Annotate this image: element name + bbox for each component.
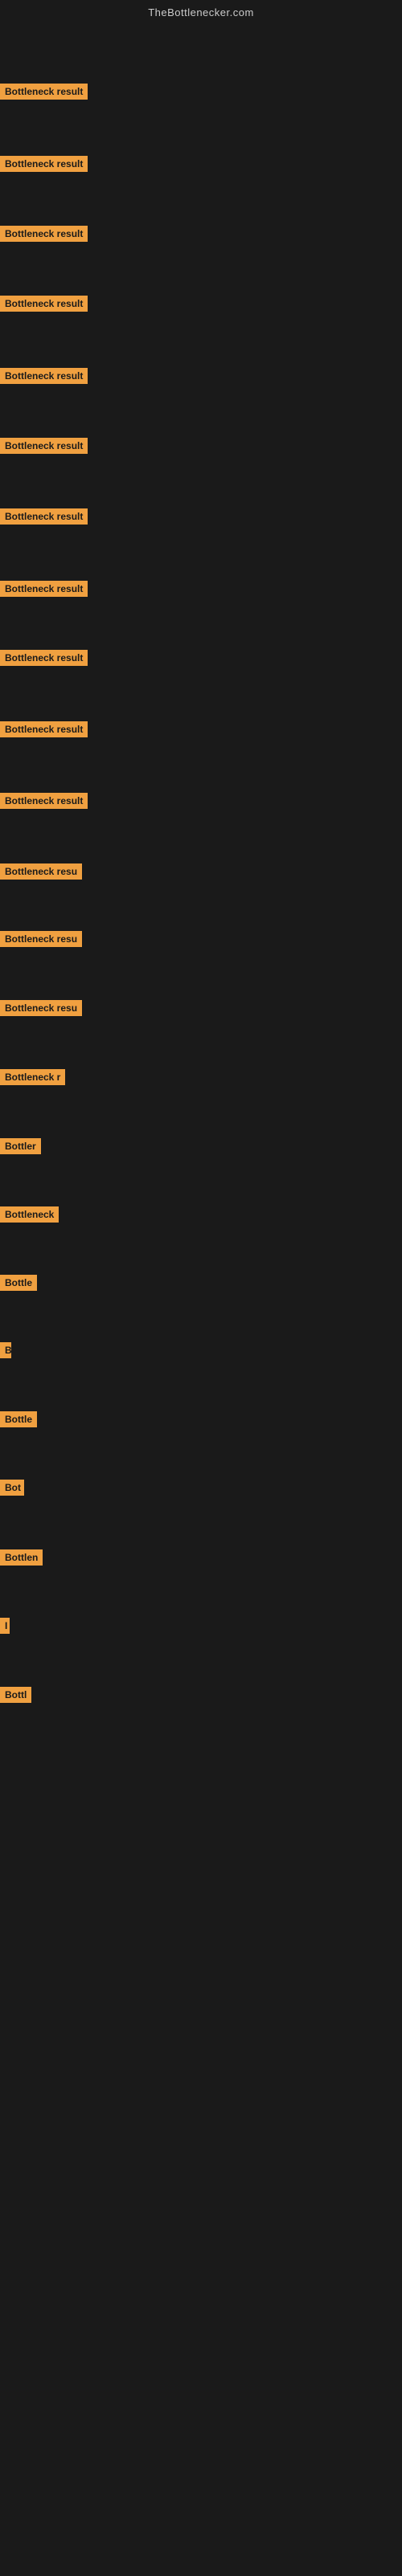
bottleneck-badge: Bot bbox=[0, 1480, 24, 1496]
bottleneck-badge: Bottl bbox=[0, 1687, 31, 1703]
bottleneck-item: Bottleneck resu bbox=[0, 931, 82, 951]
bottleneck-badge: Bottle bbox=[0, 1275, 37, 1291]
bottleneck-item: Bottleneck result bbox=[0, 508, 88, 529]
bottleneck-item: Bottleneck result bbox=[0, 650, 88, 670]
bottleneck-item: Bottleneck resu bbox=[0, 863, 82, 884]
bottleneck-badge: Bottleneck result bbox=[0, 508, 88, 525]
bottleneck-item: Bottler bbox=[0, 1138, 41, 1158]
bottleneck-badge: Bottleneck result bbox=[0, 581, 88, 597]
bottleneck-badge: Bottleneck resu bbox=[0, 1000, 82, 1016]
bottleneck-item: Bottle bbox=[0, 1275, 37, 1295]
bottleneck-item: Bottleneck bbox=[0, 1206, 59, 1227]
bottleneck-item: Bottle bbox=[0, 1411, 37, 1431]
bottleneck-item: Bottleneck r bbox=[0, 1069, 65, 1089]
bottleneck-badge: Bottleneck result bbox=[0, 84, 88, 100]
bottleneck-item: B bbox=[0, 1342, 11, 1362]
bottleneck-badge: Bottleneck result bbox=[0, 650, 88, 666]
bottleneck-badge: Bottleneck result bbox=[0, 438, 88, 454]
site-title: TheBottlenecker.com bbox=[148, 6, 254, 18]
bottleneck-badge: I bbox=[0, 1618, 10, 1634]
bottleneck-item: Bottleneck result bbox=[0, 721, 88, 741]
bottleneck-badge: Bottleneck bbox=[0, 1206, 59, 1223]
bottleneck-badge: Bottleneck result bbox=[0, 368, 88, 384]
bottleneck-item: Bottleneck result bbox=[0, 438, 88, 458]
bottleneck-item: Bottleneck result bbox=[0, 793, 88, 813]
bottleneck-badge: Bottleneck result bbox=[0, 793, 88, 809]
bottleneck-item: Bottleneck result bbox=[0, 84, 88, 104]
bottleneck-item: Bottleneck result bbox=[0, 226, 88, 246]
bottleneck-item: I bbox=[0, 1618, 10, 1638]
bottleneck-item: Bottleneck result bbox=[0, 368, 88, 388]
bottleneck-item: Bottleneck resu bbox=[0, 1000, 82, 1020]
bottleneck-badge: Bottler bbox=[0, 1138, 41, 1154]
bottleneck-item: Bottlen bbox=[0, 1549, 43, 1570]
bottleneck-item: Bottl bbox=[0, 1687, 31, 1707]
bottleneck-badge: Bottleneck result bbox=[0, 156, 88, 172]
bottleneck-badge: Bottleneck r bbox=[0, 1069, 65, 1085]
bottleneck-item: Bottleneck result bbox=[0, 296, 88, 316]
bottleneck-badge: Bottlen bbox=[0, 1549, 43, 1566]
bottleneck-item: Bottleneck result bbox=[0, 156, 88, 176]
bottleneck-badge: Bottleneck result bbox=[0, 226, 88, 242]
bottleneck-badge: Bottleneck result bbox=[0, 721, 88, 737]
bottleneck-item: Bot bbox=[0, 1480, 24, 1500]
bottleneck-badge: B bbox=[0, 1342, 11, 1358]
site-header: TheBottlenecker.com bbox=[0, 0, 402, 22]
bottleneck-badge: Bottleneck resu bbox=[0, 863, 82, 880]
bottleneck-badge: Bottleneck result bbox=[0, 296, 88, 312]
bottleneck-badge: Bottle bbox=[0, 1411, 37, 1427]
bottleneck-badge: Bottleneck resu bbox=[0, 931, 82, 947]
bottleneck-item: Bottleneck result bbox=[0, 581, 88, 601]
